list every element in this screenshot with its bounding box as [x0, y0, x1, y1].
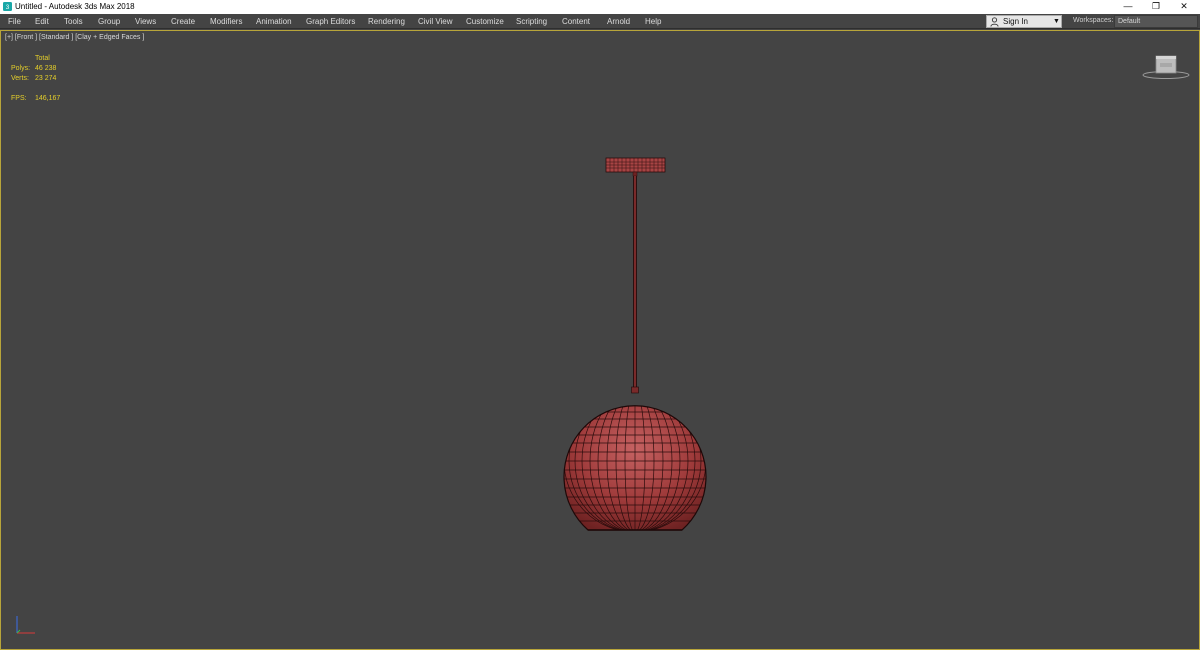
maximize-button[interactable]: ❐	[1142, 0, 1170, 14]
viewport-label[interactable]: [+] [Front ] [Standard ] [Clay + Edged F…	[5, 34, 144, 41]
verts-label: Verts:	[11, 75, 29, 82]
user-icon	[990, 17, 999, 27]
fps-value: 146,167	[35, 95, 61, 102]
lamp-shade-sphere	[563, 405, 707, 531]
title-bar: 3 Untitled - Autodesk 3ds Max 2018 — ❐ ✕	[0, 0, 1200, 14]
ceiling-canopy	[605, 157, 666, 177]
menu-customize[interactable]: Customize	[466, 16, 504, 27]
lamp-model[interactable]	[1, 31, 1200, 650]
viewport-statistics: Total Polys: 46 238 Verts: 23 274 FPS: 146,…	[11, 54, 131, 104]
menu-animation[interactable]: Animation	[256, 16, 292, 27]
menu-file[interactable]: File	[8, 16, 21, 27]
menu-group[interactable]: Group	[98, 16, 120, 27]
menu-edit[interactable]: Edit	[35, 16, 49, 27]
minimize-button[interactable]: —	[1114, 0, 1142, 14]
polys-label: Polys:	[11, 65, 31, 72]
menu-views[interactable]: Views	[135, 16, 156, 27]
app-icon: 3	[3, 2, 12, 11]
stats-total-header: Total	[35, 55, 50, 62]
close-button[interactable]: ✕	[1170, 0, 1198, 14]
menu-help[interactable]: Help	[645, 16, 661, 27]
window-title: Untitled - Autodesk 3ds Max 2018	[15, 2, 135, 11]
svg-text:3: 3	[6, 4, 10, 11]
menu-create[interactable]: Create	[171, 16, 195, 27]
menu-bar: File Edit Tools Group Views Create Modif…	[0, 14, 1200, 29]
menu-civil-view[interactable]: Civil View	[418, 16, 453, 27]
menu-tools[interactable]: Tools	[64, 16, 83, 27]
viewcube-icon[interactable]	[1141, 53, 1191, 81]
axis-tripod-icon	[16, 616, 35, 634]
menu-arnold[interactable]: Arnold	[607, 16, 630, 27]
menu-rendering[interactable]: Rendering	[368, 16, 405, 27]
menu-modifiers[interactable]: Modifiers	[210, 16, 242, 27]
workspaces-label: Workspaces:	[1073, 17, 1114, 24]
sign-in-dropdown[interactable]: Sign In ▼	[986, 15, 1062, 28]
front-viewport[interactable]: [+] [Front ] [Standard ] [Clay + Edged F…	[0, 30, 1200, 650]
sign-in-label: Sign In	[1003, 17, 1028, 26]
lamp-cord	[631, 176, 639, 394]
fps-label: FPS:	[11, 95, 27, 102]
menu-graph-editors[interactable]: Graph Editors	[306, 16, 355, 27]
menu-scripting[interactable]: Scripting	[516, 16, 547, 27]
menu-content[interactable]: Content	[562, 16, 590, 27]
chevron-down-icon: ▼	[1053, 18, 1060, 25]
polys-value: 46 238	[35, 65, 57, 72]
verts-value: 23 274	[35, 75, 57, 82]
workspaces-select[interactable]: Default	[1114, 15, 1198, 28]
